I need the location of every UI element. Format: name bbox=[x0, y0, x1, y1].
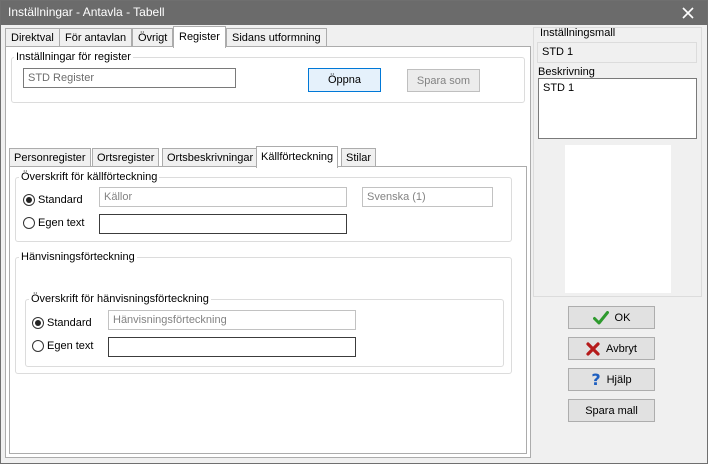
subtab-ortsbeskrivningar[interactable]: Ortsbeskrivningar bbox=[162, 148, 259, 167]
source-own-text-field[interactable] bbox=[99, 214, 347, 234]
source-standard-label: Standard bbox=[38, 194, 83, 206]
source-own-text-label: Egen text bbox=[38, 217, 85, 229]
save-as-button[interactable]: Spara som bbox=[407, 69, 480, 92]
source-standard-radio[interactable] bbox=[23, 194, 35, 206]
register-name-field[interactable]: STD Register bbox=[23, 68, 236, 88]
source-own-text-radio[interactable] bbox=[23, 217, 35, 229]
question-mark-icon: ? bbox=[591, 369, 601, 389]
ok-button[interactable]: OK bbox=[568, 306, 655, 329]
source-language-field[interactable]: Svenska (1) bbox=[362, 187, 493, 207]
close-button[interactable] bbox=[674, 3, 702, 22]
reference-own-text-field[interactable] bbox=[108, 337, 356, 357]
close-icon bbox=[682, 6, 694, 19]
help-button[interactable]: ? Hjälp bbox=[568, 368, 655, 391]
subtab-ortsregister[interactable]: Ortsregister bbox=[92, 148, 160, 167]
subtab-stilar[interactable]: Stilar bbox=[341, 148, 377, 167]
radio-selected-dot bbox=[26, 197, 32, 203]
description-label: Beskrivning bbox=[538, 66, 595, 78]
template-label: Inställningsmall bbox=[540, 27, 616, 39]
register-settings-legend: Inställningar för register bbox=[14, 51, 133, 63]
tab-sidans-utformning[interactable]: Sidans utformning bbox=[226, 28, 327, 47]
template-preview bbox=[565, 145, 671, 293]
description-textbox[interactable]: STD 1 bbox=[538, 78, 697, 139]
template-value[interactable]: STD 1 bbox=[537, 42, 697, 63]
reference-heading-legend: Överskrift för hänvisningsförteckning bbox=[29, 293, 211, 305]
tab-register[interactable]: Register bbox=[173, 26, 226, 48]
subtab-kallforteckning[interactable]: Källförteckning bbox=[256, 146, 339, 168]
reference-standard-label: Standard bbox=[47, 317, 92, 329]
subtab-personregister[interactable]: Personregister bbox=[9, 148, 91, 167]
reference-own-text-radio[interactable] bbox=[32, 340, 44, 352]
cancel-button[interactable]: Avbryt bbox=[568, 337, 655, 360]
tab-for-antavlan[interactable]: För antavlan bbox=[59, 28, 133, 47]
source-standard-field[interactable]: Källor bbox=[99, 187, 347, 207]
window-title: Inställningar - Antavla - Tabell bbox=[8, 5, 165, 19]
open-button[interactable]: Öppna bbox=[308, 68, 381, 92]
reference-own-text-label: Egen text bbox=[47, 340, 94, 352]
radio-selected-dot bbox=[35, 320, 41, 326]
source-heading-legend: Överskrift för källförteckning bbox=[19, 171, 160, 183]
tab-ovrigt[interactable]: Övrigt bbox=[132, 28, 174, 47]
cancel-x-icon bbox=[586, 341, 600, 356]
reference-list-legend: Hänvisningsförteckning bbox=[19, 251, 137, 263]
reference-standard-radio[interactable] bbox=[32, 317, 44, 329]
tab-direktval[interactable]: Direktval bbox=[5, 28, 60, 47]
reference-standard-field[interactable]: Hänvisningsförteckning bbox=[108, 310, 356, 330]
checkmark-icon bbox=[592, 310, 609, 324]
save-template-button[interactable]: Spara mall bbox=[568, 399, 655, 422]
